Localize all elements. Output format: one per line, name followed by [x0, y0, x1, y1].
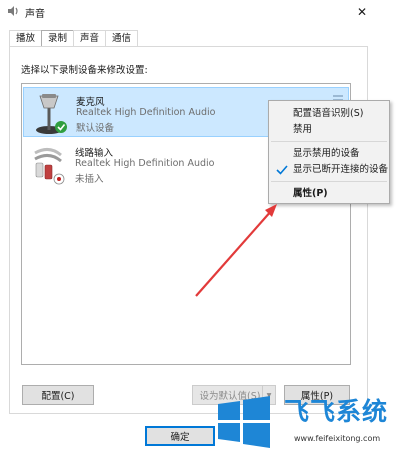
window-title: 声音 [25, 9, 45, 20]
windows-logo-icon [218, 396, 270, 448]
device-status: 默认设备 [76, 123, 115, 134]
watermark: 飞飞系统 www.feifeixitong.com [208, 388, 404, 454]
tab-strip: 播放 录制 声音 通信 [9, 30, 139, 48]
device-name: 麦克风 [76, 97, 105, 108]
device-driver: Realtek High Definition Audio [75, 158, 215, 169]
line-in-icon [34, 148, 65, 185]
menu-item-configure-speech[interactable]: 配置语音识别(S) [269, 106, 389, 121]
ok-button[interactable]: 确定 [145, 426, 215, 446]
speaker-icon [8, 6, 18, 16]
close-icon: ✕ [356, 5, 368, 19]
tab-sounds[interactable]: 声音 [73, 30, 107, 47]
menu-item-disable[interactable]: 禁用 [269, 122, 389, 137]
menu-item-label: 显示已断开连接的设备 [293, 164, 389, 175]
tab-communications[interactable]: 通信 [105, 30, 139, 47]
close-button[interactable]: ✕ [346, 0, 378, 24]
title-bar: 声音 ✕ [0, 0, 378, 24]
device-status: 未插入 [75, 174, 104, 185]
menu-item-show-disconnected[interactable]: 显示已断开连接的设备 [269, 162, 389, 177]
configure-button[interactable]: 配置(C) [22, 385, 94, 405]
watermark-url: www.feifeixitong.com [294, 434, 381, 443]
menu-item-show-disabled[interactable]: 显示禁用的设备 [269, 146, 389, 161]
watermark-title: 飞飞系统 [284, 397, 389, 426]
menu-item-properties[interactable]: 属性(P) [269, 186, 389, 201]
context-menu: 配置语音识别(S) 禁用 显示禁用的设备 显示已断开连接的设备 属性(P) [268, 100, 390, 204]
microphone-icon [36, 94, 67, 134]
tab-playback[interactable]: 播放 [9, 30, 43, 47]
checkmark-icon [276, 165, 288, 175]
menu-separator [271, 181, 387, 182]
instruction-text: 选择以下录制设备来修改设置: [21, 65, 148, 76]
device-driver: Realtek High Definition Audio [76, 107, 216, 118]
device-name: 线路输入 [75, 148, 114, 159]
menu-separator [271, 141, 387, 142]
